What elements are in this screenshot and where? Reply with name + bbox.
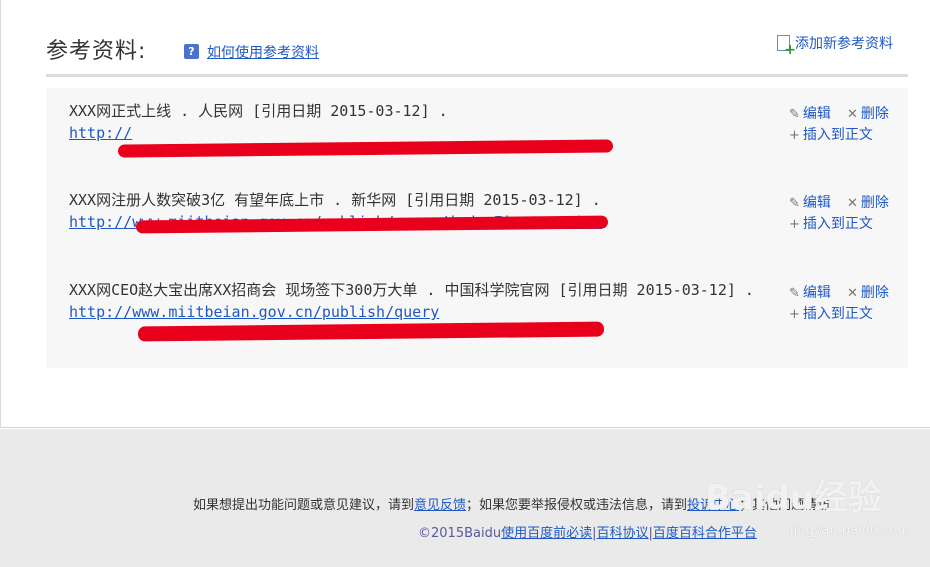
reference-text: XXX网CEO赵大宝出席XX招商会 现场签下300万大单 . 中国科学院官网 [… [69,279,791,323]
copyright-text: ©2015Baidu [418,526,502,541]
reference-citation: XXX网CEO赵大宝出席XX招商会 现场签下300万大单 . 中国科学院官网 [… [69,281,754,299]
feedback-link[interactable]: 意见反馈 [414,498,466,513]
insert-label: 插入到正文 [802,306,873,322]
reference-section: 参考资料: ? 如何使用参考资料 添加新参考资料 XXX网正式上线 . 人民网 … [0,0,930,428]
page-title: 参考资料: [46,39,147,64]
footer-copyright-line: ©2015Baidu使用百度前必读|百科协议|百度百科合作平台 [418,522,757,541]
cooperation-link[interactable]: 百度百科合作平台 [653,526,757,541]
reference-item-3: XXX网CEO赵大宝出席XX招商会 现场签下300万大单 . 中国科学院官网 [… [46,279,908,359]
plus-icon: + [789,128,800,143]
delete-label: 删除 [860,285,889,301]
reference-citation: XXX网正式上线 . 人民网 [引用日期 2015-03-12] . [69,102,448,120]
reference-link[interactable]: http://www.miitbeian.gov.cn/publish/quer… [69,303,439,321]
footer-text: 如果想提出功能问题或意见建议，请到 [193,498,415,513]
delete-button[interactable]: ✕ 删除 [847,282,889,302]
reference-list: XXX网正式上线 . 人民网 [引用日期 2015-03-12] . http:… [46,88,908,368]
plus-icon: + [789,307,800,322]
delete-button[interactable]: ✕ 删除 [847,192,889,212]
add-reference-label: 添加新参考资料 [795,36,893,52]
edit-button[interactable]: ✎ 编辑 [789,282,831,302]
insert-button[interactable]: + 插入到正文 [789,213,873,233]
footer-text: ；如果您要举报侵权或违法信息，请到 [466,498,688,513]
protocol-link[interactable]: 百科协议 [596,526,648,541]
edit-label: 编辑 [802,195,831,211]
edit-button[interactable]: ✎ 编辑 [789,103,831,123]
reference-item-1: XXX网正式上线 . 人民网 [引用日期 2015-03-12] . http:… [46,100,908,180]
document-add-icon [777,35,796,56]
must-read-link[interactable]: 使用百度前必读 [501,526,592,541]
divider [46,74,908,77]
pencil-icon: ✎ [789,107,800,122]
edit-label: 编辑 [802,106,831,122]
insert-button[interactable]: + 插入到正文 [789,124,873,144]
plus-icon: + [789,217,800,232]
insert-label: 插入到正文 [802,216,873,232]
help-link[interactable]: 如何使用参考资料 [207,42,319,62]
x-icon: ✕ [847,107,858,122]
watermark-url: jingyan.baidu.com [790,523,910,538]
add-reference-button[interactable]: 添加新参考资料 [777,33,893,56]
reference-item-2: XXX网注册人数突破3亿 有望年底上市 . 新华网 [引用日期 2015-03-… [46,189,908,269]
reference-text: XXX网正式上线 . 人民网 [引用日期 2015-03-12] . http:… [69,100,791,144]
delete-label: 删除 [860,106,889,122]
delete-button[interactable]: ✕ 删除 [847,103,889,123]
delete-label: 删除 [860,195,889,211]
x-icon: ✕ [847,286,858,301]
x-icon: ✕ [847,196,858,211]
insert-label: 插入到正文 [802,127,873,143]
edit-label: 编辑 [802,285,831,301]
edit-button[interactable]: ✎ 编辑 [789,192,831,212]
pencil-icon: ✎ [789,196,800,211]
watermark-logo: Baidu经验 [705,478,883,518]
reference-link[interactable]: http:// [69,124,132,142]
insert-button[interactable]: + 插入到正文 [789,303,873,323]
redaction-scribble [137,321,605,342]
reference-citation: XXX网注册人数突破3亿 有望年底上市 . 新华网 [引用日期 2015-03-… [69,191,601,209]
pencil-icon: ✎ [789,286,800,301]
help-icon[interactable]: ? [184,44,199,59]
